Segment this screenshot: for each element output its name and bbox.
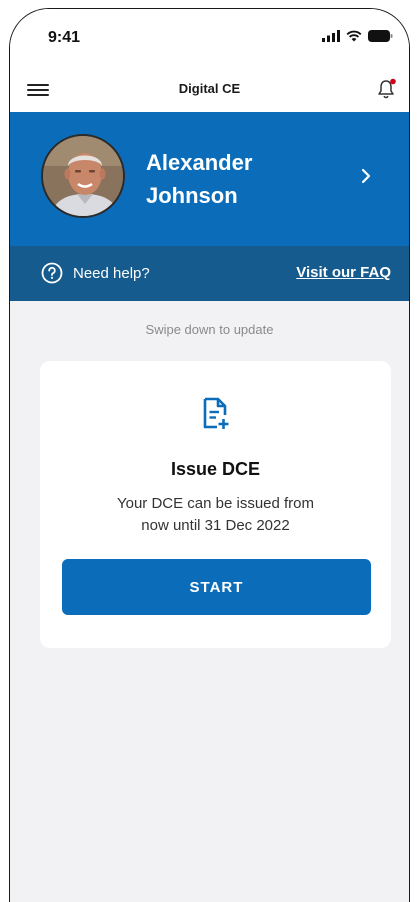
- faq-link[interactable]: Visit our FAQ: [296, 264, 391, 281]
- issue-dce-card: Issue DCE Your DCE can be issued from no…: [40, 361, 391, 648]
- notification-dot: [390, 78, 396, 85]
- card-description-line-1: Your DCE can be issued from: [116, 495, 315, 512]
- help-bar: Need help? Visit our FAQ: [10, 246, 409, 301]
- help-text: Need help?: [73, 264, 150, 282]
- question-circle-icon: [41, 262, 63, 284]
- signal-icon: [322, 30, 340, 42]
- avatar: [41, 134, 125, 218]
- card-description-line-2: now until 31 Dec 2022: [141, 517, 290, 534]
- user-first-name: Alexander: [146, 150, 253, 175]
- card-description: Your DCE can be issued from now until 31…: [80, 493, 351, 537]
- document-add-icon: [203, 397, 229, 429]
- chevron-right-icon: [361, 168, 371, 184]
- notification-bell-icon[interactable]: [375, 78, 397, 100]
- battery-icon: [368, 30, 393, 42]
- wifi-icon: [346, 30, 362, 42]
- start-button[interactable]: START: [62, 559, 371, 615]
- phone-frame: 9:41 Digital CE Alexander Johnson Need h…: [9, 8, 410, 902]
- help-section: Need help?: [41, 262, 150, 284]
- user-last-name: Johnson: [146, 183, 238, 208]
- swipe-hint: Swipe down to update: [145, 322, 274, 337]
- status-bar: 9:41: [10, 9, 409, 67]
- status-time: 9:41: [48, 29, 81, 46]
- profile-banner[interactable]: Alexander Johnson: [10, 112, 409, 246]
- app-title: Digital CE: [178, 81, 241, 96]
- status-icons: [322, 30, 393, 42]
- app-header: Digital CE: [10, 67, 409, 112]
- card-title: Issue DCE: [170, 459, 261, 479]
- user-name: Alexander Johnson: [146, 146, 346, 212]
- avatar-photo: [43, 136, 123, 216]
